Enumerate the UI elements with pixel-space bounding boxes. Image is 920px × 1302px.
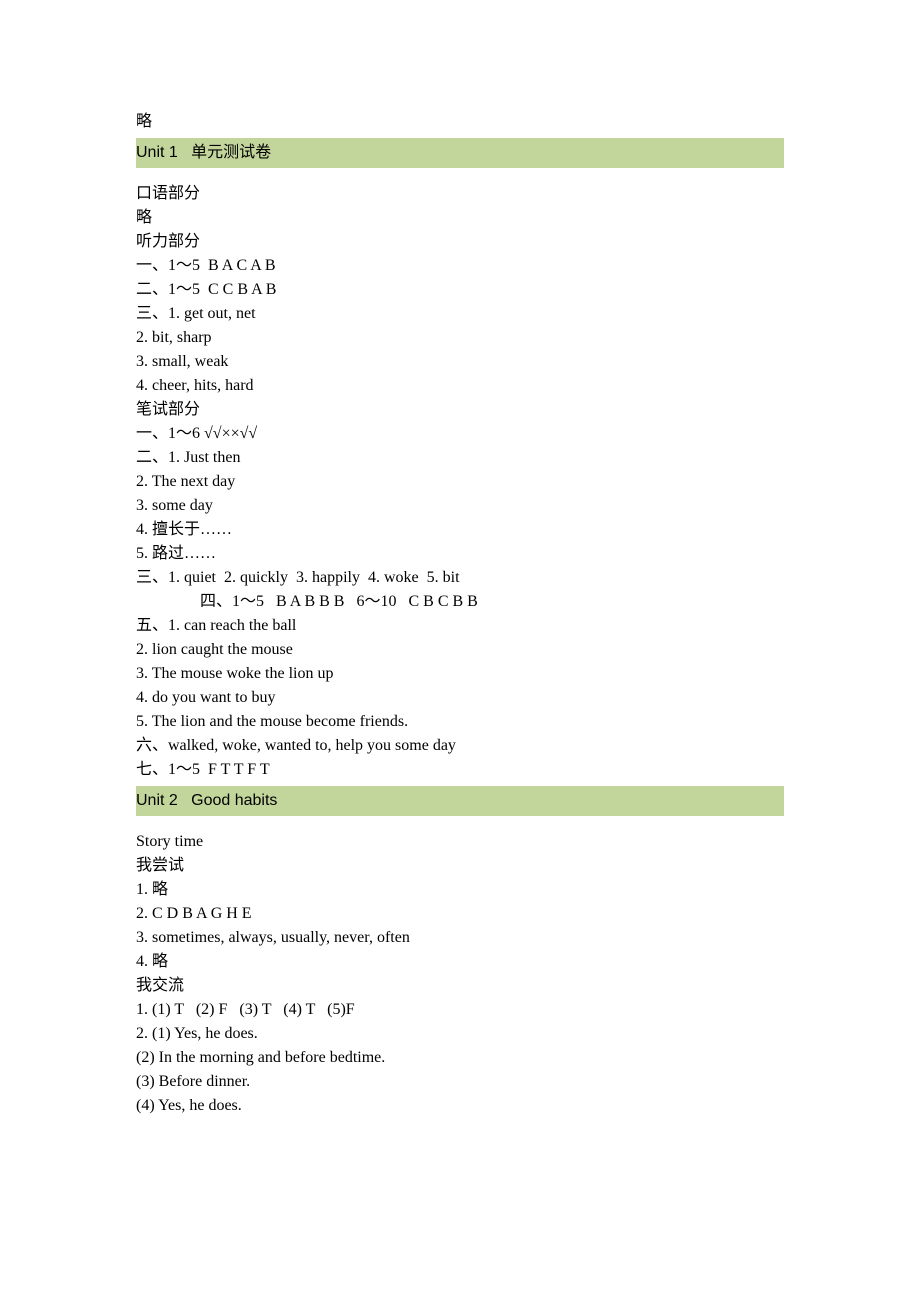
text-line: 3. The mouse woke the lion up [136, 662, 784, 686]
text-line: 我交流 [136, 974, 784, 998]
text-line: 3. sometimes, always, usually, never, of… [136, 926, 784, 950]
text-line: 2. bit, sharp [136, 326, 784, 350]
text-line: 笔试部分 [136, 398, 784, 422]
page: 略 Unit 1 单元测试卷 口语部分 略 听力部分 一、1～5 B A C A… [0, 0, 920, 1178]
text-line: 5. The lion and the mouse become friends… [136, 710, 784, 734]
text-line: 二、1～5 C C B A B [136, 278, 784, 302]
text-line: 4. do you want to buy [136, 686, 784, 710]
unit1-heading-title: 单元测试卷 [191, 141, 271, 165]
text-line: 口语部分 [136, 182, 784, 206]
text-line: 二、1. Just then [136, 446, 784, 470]
text-line: 六、walked, woke, wanted to, help you some… [136, 734, 784, 758]
text-line: 我尝试 [136, 854, 784, 878]
text-line: 4. 擅长于…… [136, 518, 784, 542]
unit1-heading: Unit 1 单元测试卷 [136, 138, 784, 168]
text-line: 2. lion caught the mouse [136, 638, 784, 662]
text-line: 4. 略 [136, 950, 784, 974]
text-line: 3. small, weak [136, 350, 784, 374]
text-line: 5. 路过…… [136, 542, 784, 566]
text-line: (4) Yes, he does. [136, 1094, 784, 1118]
text-line: 三、1. quiet 2. quickly 3. happily 4. woke… [136, 566, 784, 590]
unit2-heading: Unit 2 Good habits [136, 786, 784, 816]
text-line: 听力部分 [136, 230, 784, 254]
text-line: 五、1. can reach the ball [136, 614, 784, 638]
text-line-indent: 四、1～5 B A B B B 6～10 C B C B B [136, 590, 784, 614]
text-line: 一、1～5 B A C A B [136, 254, 784, 278]
text-line: (3) Before dinner. [136, 1070, 784, 1094]
text-line: 4. cheer, hits, hard [136, 374, 784, 398]
text-line: Story time [136, 830, 784, 854]
unit2-heading-unit: Unit 2 [136, 789, 191, 813]
text-line: 略 [136, 206, 784, 230]
text-line: 1. 略 [136, 878, 784, 902]
top-line: 略 [136, 110, 784, 134]
text-line: 2. The next day [136, 470, 784, 494]
text-line: 三、1. get out, net [136, 302, 784, 326]
text-line: (2) In the morning and before bedtime. [136, 1046, 784, 1070]
text-line: 2. C D B A G H E [136, 902, 784, 926]
unit1-heading-unit: Unit 1 [136, 141, 191, 165]
text-line: 一、1～6 √√××√√ [136, 422, 784, 446]
text-line: 3. some day [136, 494, 784, 518]
text-line: 七、1～5 F T T F T [136, 758, 784, 782]
text-line: 1. (1) T (2) F (3) T (4) T (5)F [136, 998, 784, 1022]
text-line: 2. (1) Yes, he does. [136, 1022, 784, 1046]
unit2-heading-title: Good habits [191, 789, 277, 813]
